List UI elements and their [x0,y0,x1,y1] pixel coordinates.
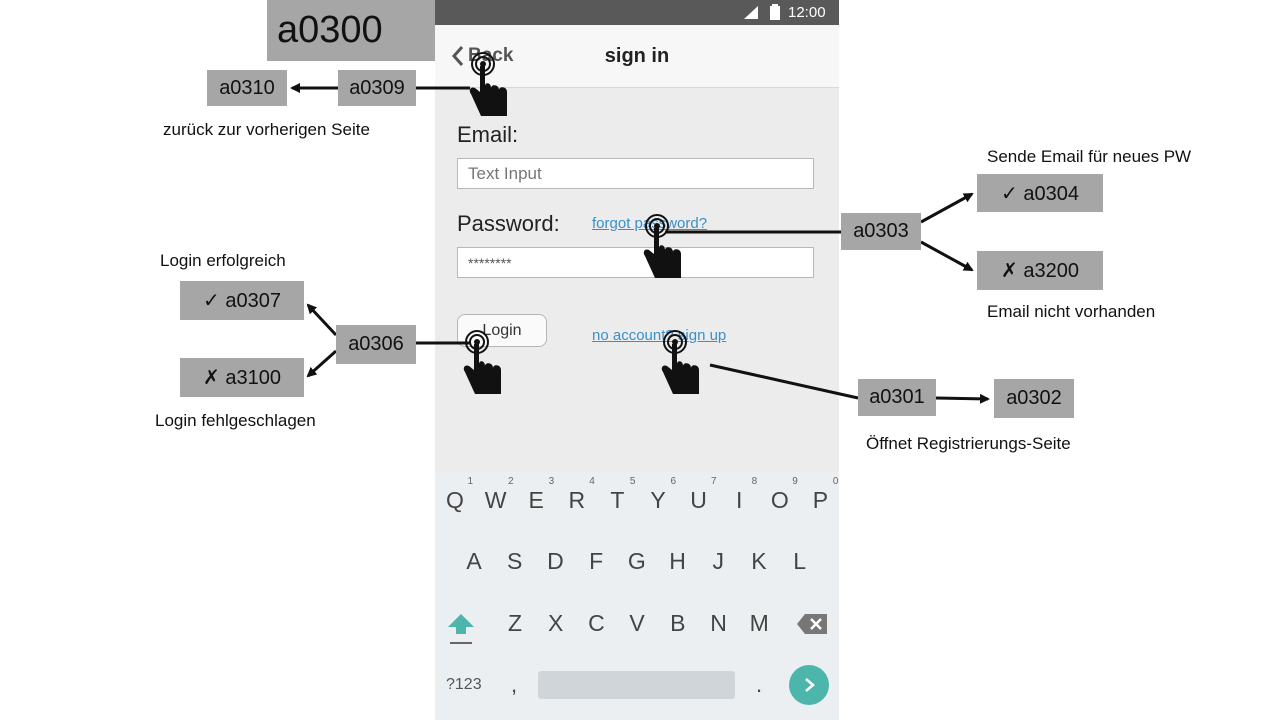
annotation-a0301: a0301 [858,379,936,416]
forgot-fail-note: Email nicht vorhanden [987,302,1156,321]
arrow [306,303,338,337]
annotation-a0310: a0310 [207,70,287,106]
arrow [920,192,974,224]
signup-note: Öffnet Registrierungs-Seite [866,434,1071,453]
annotation-a0304: ✓ a0304 [977,174,1103,212]
annotation-a0303: a0303 [841,213,921,250]
annotation-a0309: a0309 [338,70,416,106]
arrow [306,349,337,378]
annotation-a0306: a0306 [336,325,416,364]
annotation-a0307: ✓ a0307 [180,281,304,320]
annotation-a0302: a0302 [994,379,1074,418]
login-fail-note: Login fehlgeschlagen [155,411,316,430]
forgot-ok-note: Sende Email für neues PW [987,147,1192,166]
arrow [920,240,974,272]
annotation-a3200: ✗ a3200 [977,251,1103,290]
back-note: zurück zur vorherigen Seite [163,120,370,139]
login-ok-note: Login erfolgreich [160,251,286,270]
connector-line [709,363,859,400]
annotation-a3100: ✗ a3100 [180,358,304,397]
arrow [935,393,990,404]
